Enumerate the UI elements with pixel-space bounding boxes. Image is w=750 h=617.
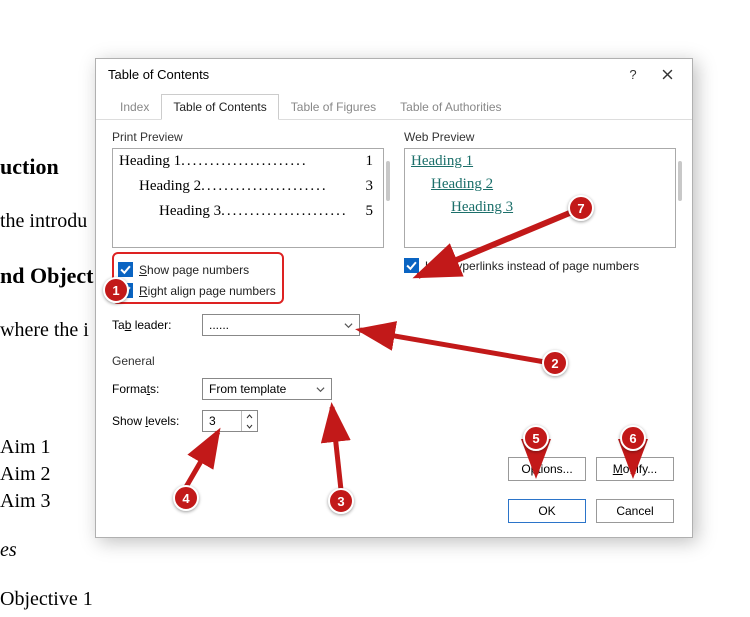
ok-button[interactable]: OK: [508, 499, 586, 523]
formats-value: From template: [209, 382, 286, 396]
close-icon: [662, 69, 673, 80]
toc-dialog: Table of Contents ? Index Table of Conte…: [95, 58, 693, 538]
pp-page: 5: [366, 203, 374, 220]
tab-index[interactable]: Index: [108, 94, 161, 120]
tab-tof[interactable]: Table of Figures: [279, 94, 388, 120]
chevron-down-icon: [313, 382, 327, 396]
annotation-badge-6: 6: [620, 425, 646, 451]
use-hyperlinks-label: Use hyperlinks instead of page numbers: [425, 259, 639, 273]
tab-leader-label: Tab leader:: [112, 318, 194, 332]
annotation-badge-3: 3: [328, 488, 354, 514]
wp-heading: Heading 3: [411, 199, 665, 216]
chevron-down-icon: [246, 424, 253, 429]
tab-toa[interactable]: Table of Authorities: [388, 94, 513, 120]
modify-button[interactable]: Modify...: [596, 457, 674, 481]
options-button[interactable]: Options...: [508, 457, 586, 481]
levels-value: 3: [203, 411, 241, 431]
spinner-up-button[interactable]: [242, 411, 257, 421]
scrollbar-thumb[interactable]: [678, 161, 682, 201]
pp-heading: Heading 1: [119, 153, 181, 170]
help-button[interactable]: ?: [616, 62, 650, 86]
tab-toc[interactable]: Table of Contents: [161, 94, 278, 120]
pp-dots: ......................: [201, 178, 365, 195]
pp-dots: ......................: [221, 203, 365, 220]
wp-heading: Heading 1: [411, 153, 665, 170]
wp-heading: Heading 2: [411, 176, 665, 193]
tab-leader-value: ......: [209, 318, 229, 332]
cancel-button[interactable]: Cancel: [596, 499, 674, 523]
chevron-up-icon: [246, 414, 253, 419]
show-page-numbers-checkbox[interactable]: [118, 262, 133, 277]
formats-label: Formats:: [112, 382, 194, 396]
close-button[interactable]: [650, 62, 684, 86]
doc-text: es: [0, 539, 750, 562]
dialog-body: Print Preview Heading 1 ................…: [96, 120, 692, 442]
web-preview-label: Web Preview: [404, 130, 676, 144]
dialog-title: Table of Contents: [108, 67, 616, 82]
tab-strip: Index Table of Contents Table of Figures…: [96, 89, 692, 120]
annotation-badge-2: 2: [542, 350, 568, 376]
annotation-badge-5: 5: [523, 425, 549, 451]
pp-dots: ......................: [181, 153, 365, 170]
annotation-badge-1: 1: [103, 277, 129, 303]
use-hyperlinks-checkbox[interactable]: [404, 258, 419, 273]
annotation-highlight-1: SShow page numbershow page numbers Right…: [112, 252, 284, 304]
print-preview-box: Heading 1 ...................... 1 Headi…: [112, 148, 384, 248]
check-icon: [120, 264, 131, 275]
pp-heading: Heading 3: [159, 203, 221, 220]
right-align-label: Right align page numbers: [139, 284, 276, 298]
levels-spinner[interactable]: 3: [202, 410, 258, 432]
annotation-badge-7: 7: [568, 195, 594, 221]
chevron-down-icon: [341, 318, 355, 332]
pp-page: 3: [366, 178, 374, 195]
show-page-numbers-label: SShow page numbershow page numbers: [139, 263, 249, 277]
pp-page: 1: [366, 153, 374, 170]
annotation-badge-4: 4: [173, 485, 199, 511]
general-label: General: [112, 354, 384, 368]
print-preview-label: Print Preview: [112, 130, 384, 144]
formats-select[interactable]: From template: [202, 378, 332, 400]
titlebar: Table of Contents ?: [96, 59, 692, 89]
doc-objective: Objective 1: [0, 588, 750, 611]
web-preview-box: Heading 1 Heading 2 Heading 3: [404, 148, 676, 248]
scrollbar-thumb[interactable]: [386, 161, 390, 201]
levels-label: Show levels:: [112, 414, 194, 428]
tab-leader-select[interactable]: ......: [202, 314, 360, 336]
check-icon: [406, 260, 417, 271]
spinner-down-button[interactable]: [242, 421, 257, 431]
pp-heading: Heading 2: [139, 178, 201, 195]
